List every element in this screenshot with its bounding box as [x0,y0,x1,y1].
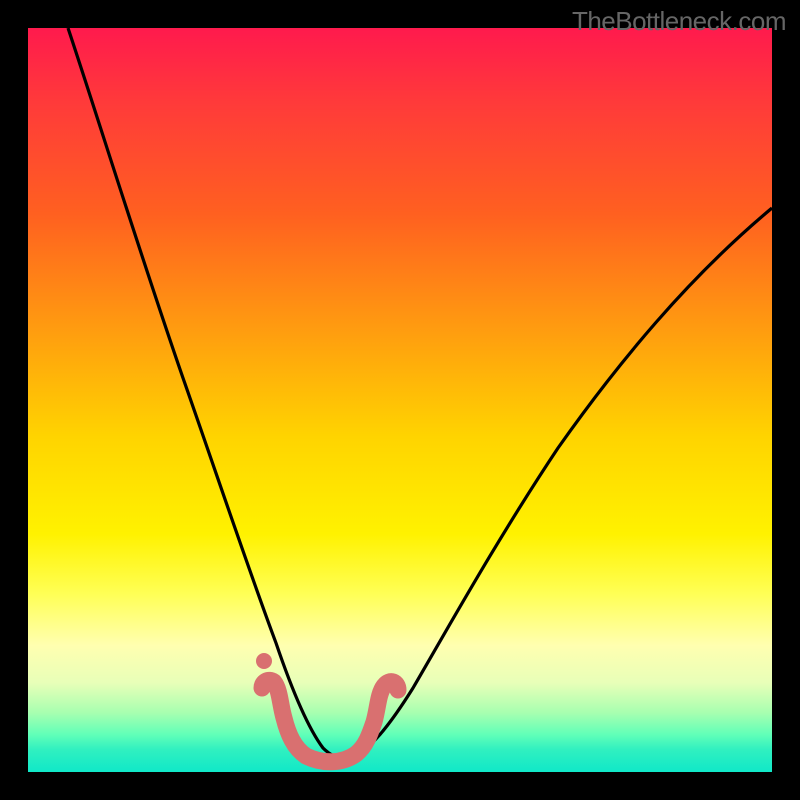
chart-plot-area [28,28,772,772]
watermark-text: TheBottleneck.com [572,6,786,37]
chart-svg [28,28,772,772]
ideal-zone-marker [262,680,398,761]
marker-dot [256,653,272,669]
bottleneck-curve-line [68,28,772,759]
